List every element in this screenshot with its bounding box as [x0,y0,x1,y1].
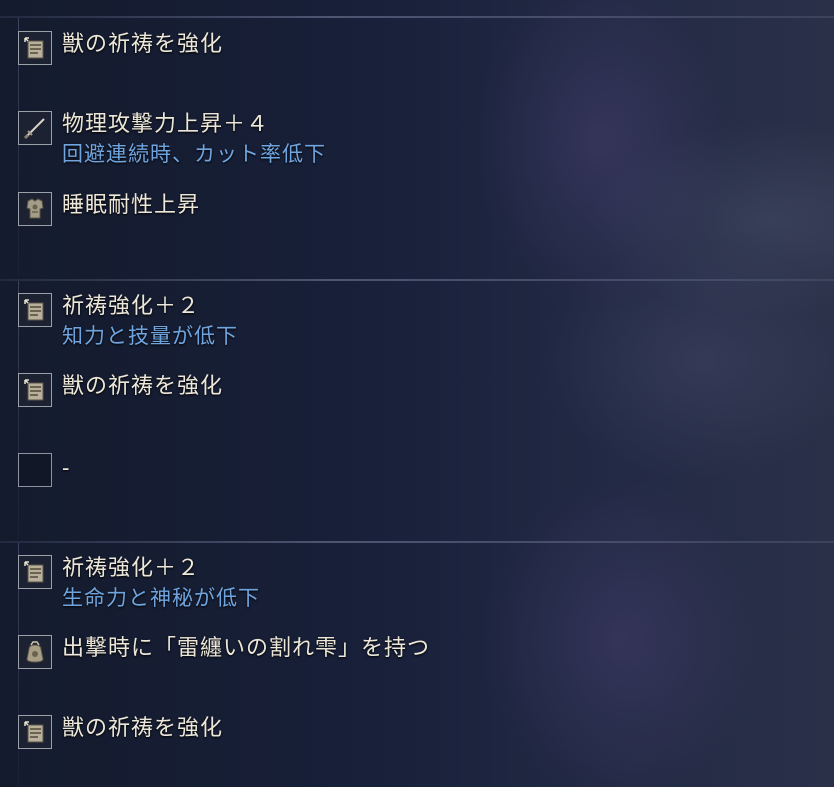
effect-name: 睡眠耐性上昇 [62,193,201,218]
effect-name: 獣の祈祷を強化 [62,374,224,399]
effect-drawback: 知力と技量が低下 [62,324,238,348]
top-divider [0,16,834,18]
effect-name: 物理攻撃力上昇＋４ [62,112,270,137]
section-divider [0,279,834,281]
effect-name: 祈祷強化＋２ [62,294,201,319]
empty-slot-icon [18,453,52,487]
effect-row[interactable]: - [18,453,70,487]
section-divider [0,541,834,543]
effect-name: - [62,456,71,481]
item-pouch-icon [18,635,52,669]
effect-row[interactable]: 祈祷強化＋２ 生命力と神秘が低下 [18,555,260,613]
effect-name: 出撃時に「雷纏いの割れ雫」を持つ [62,636,431,661]
effect-name: 獣の祈祷を強化 [62,32,224,57]
effect-row[interactable]: 獣の祈祷を強化 [18,715,223,749]
incantation-scroll-icon [18,715,52,749]
effect-row[interactable]: 獣の祈祷を強化 [18,31,223,65]
incantation-scroll-icon [18,293,52,327]
effect-name: 獣の祈祷を強化 [62,716,224,741]
effect-row[interactable]: 獣の祈祷を強化 [18,373,223,407]
effect-drawback: 回避連続時、カット率低下 [62,142,326,166]
effect-row[interactable]: 物理攻撃力上昇＋４ 回避連続時、カット率低下 [18,111,326,169]
incantation-scroll-icon [18,31,52,65]
sword-icon [18,111,52,145]
effect-row[interactable]: 睡眠耐性上昇 [18,192,200,226]
effect-row[interactable]: 出撃時に「雷纏いの割れ雫」を持つ [18,635,430,669]
effect-drawback: 生命力と神秘が低下 [62,586,260,610]
effect-name: 祈祷強化＋２ [62,556,201,581]
incantation-scroll-icon [18,373,52,407]
effect-row[interactable]: 祈祷強化＋２ 知力と技量が低下 [18,293,238,351]
armor-icon [18,192,52,226]
incantation-scroll-icon [18,555,52,589]
